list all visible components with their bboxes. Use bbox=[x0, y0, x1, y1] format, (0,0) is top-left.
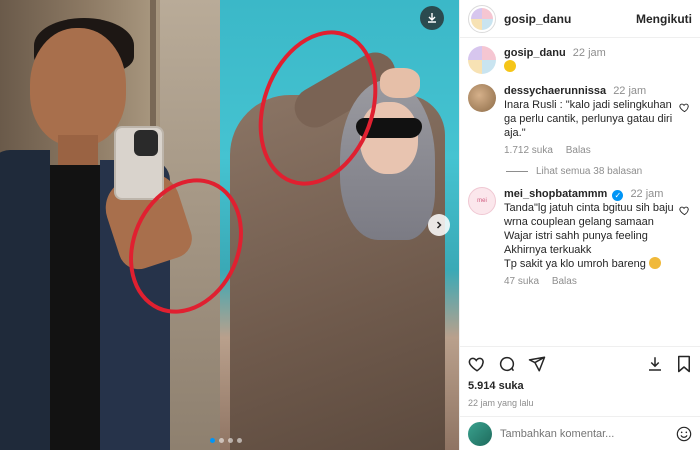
share-button[interactable] bbox=[528, 355, 546, 373]
caption: gosip_danu 22 jam bbox=[468, 46, 690, 74]
next-slide-button[interactable] bbox=[428, 214, 450, 236]
carousel-dot[interactable] bbox=[237, 438, 242, 443]
verified-badge-icon: ✓ bbox=[612, 190, 624, 201]
carousel-dot[interactable] bbox=[228, 438, 233, 443]
download-button[interactable] bbox=[420, 6, 444, 30]
comment-text: Inara Rusli : "kalo jadi selingkuhan ga … bbox=[504, 99, 673, 139]
chevron-right-icon bbox=[436, 221, 442, 229]
save-button[interactable] bbox=[676, 355, 692, 373]
author-avatar[interactable] bbox=[468, 4, 496, 33]
sad-face-emoji-icon bbox=[648, 257, 661, 269]
view-replies-button[interactable]: Lihat semua 38 balasan bbox=[506, 166, 690, 177]
caption-avatar[interactable] bbox=[468, 46, 496, 74]
download-icon bbox=[428, 13, 436, 23]
carousel-dot[interactable] bbox=[210, 438, 215, 443]
share-icon bbox=[528, 356, 546, 371]
comment-username[interactable]: mei_shopbatammm bbox=[504, 188, 607, 200]
emoji-icon[interactable] bbox=[676, 426, 692, 442]
comments-list[interactable]: gosip_danu 22 jam dessychaerunnissa 22 j… bbox=[460, 38, 700, 346]
carousel-dots bbox=[210, 438, 242, 443]
comment-text-line: Tanda"lg jatuh cinta bgituu sih baju bbox=[504, 202, 674, 214]
heart-icon[interactable] bbox=[679, 205, 690, 216]
heart-icon[interactable] bbox=[679, 102, 690, 113]
likes-count[interactable]: 5.914 suka bbox=[460, 380, 700, 396]
comment-username[interactable]: dessychaerunnissa bbox=[504, 85, 606, 97]
grinning-face-emoji-icon bbox=[504, 60, 516, 72]
comment-time: 22 jam bbox=[630, 188, 664, 200]
heart-icon bbox=[468, 357, 484, 372]
caption-time: 22 jam bbox=[572, 47, 606, 59]
comment-text-line: Wajar istri sahh punya feeling bbox=[504, 230, 648, 242]
view-replies-label: Lihat semua 38 balasan bbox=[536, 166, 643, 177]
comment-button[interactable] bbox=[498, 355, 516, 373]
comment-text-line: wrna couplean gelang samaan bbox=[504, 216, 654, 228]
comment-item: dessychaerunnissa 22 jam Inara Rusli : "… bbox=[468, 84, 690, 158]
comment-text-line: Tp sakit ya klo umroh bareng bbox=[504, 258, 646, 270]
comment-input[interactable] bbox=[500, 427, 676, 440]
comment-item: mei mei_shopbatammm ✓ 22 jam Tanda"lg ja… bbox=[468, 187, 690, 289]
comment-text-line: Akhirnya terkuakk bbox=[504, 244, 592, 256]
comment-time: 22 jam bbox=[613, 85, 647, 97]
reply-button[interactable]: Balas bbox=[552, 276, 577, 287]
post-timestamp: 22 jam yang lalu bbox=[468, 398, 534, 408]
comment-icon bbox=[499, 356, 515, 371]
comment-likes[interactable]: 1.712 suka bbox=[504, 145, 553, 156]
save-icon bbox=[678, 355, 690, 372]
comment-likes[interactable]: 47 suka bbox=[504, 276, 539, 287]
author-username[interactable]: gosip_danu bbox=[504, 12, 636, 26]
download-icon bbox=[649, 356, 661, 371]
post-header: gosip_danu Mengikuti bbox=[460, 0, 700, 38]
instagram-post-view: gosip_danu Mengikuti gosip_danu 22 jam d… bbox=[0, 0, 700, 450]
comment-avatar[interactable]: mei bbox=[468, 187, 496, 215]
like-button[interactable] bbox=[468, 355, 486, 373]
caption-username[interactable]: gosip_danu bbox=[504, 47, 566, 59]
following-button[interactable]: Mengikuti bbox=[636, 12, 692, 26]
reply-button[interactable]: Balas bbox=[566, 145, 591, 156]
comment-avatar[interactable] bbox=[468, 84, 496, 112]
download-post-button[interactable] bbox=[646, 355, 664, 373]
action-bar bbox=[460, 346, 700, 380]
add-comment-bar bbox=[460, 416, 700, 450]
current-user-avatar bbox=[468, 421, 492, 446]
post-sidebar: gosip_danu Mengikuti gosip_danu 22 jam d… bbox=[459, 0, 700, 450]
post-media-carousel[interactable] bbox=[0, 0, 459, 450]
carousel-dot[interactable] bbox=[219, 438, 224, 443]
